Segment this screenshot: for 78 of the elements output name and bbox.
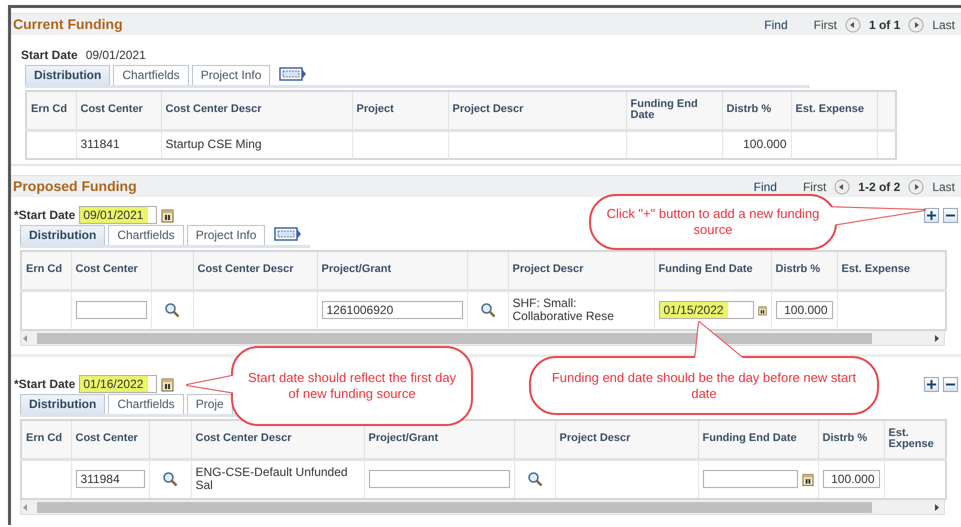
column-header: Project Descr bbox=[508, 251, 654, 290]
add-row-button[interactable] bbox=[924, 208, 939, 222]
lookup-icon[interactable] bbox=[164, 302, 180, 318]
start-date-value: 09/01/2021 bbox=[86, 47, 146, 64]
column-header: Project bbox=[352, 91, 448, 130]
page-range: 1-2 of 2 bbox=[858, 178, 900, 196]
find-link[interactable]: Find bbox=[764, 16, 788, 34]
next-button[interactable] bbox=[908, 178, 924, 194]
percent-field[interactable]: 100.000 bbox=[822, 470, 880, 488]
text-field[interactable] bbox=[368, 470, 510, 488]
tab-menu-icon[interactable] bbox=[274, 227, 302, 241]
tab-menu-icon[interactable] bbox=[279, 67, 308, 81]
delete-row-button[interactable] bbox=[943, 376, 958, 392]
date-field[interactable] bbox=[702, 470, 798, 488]
start-date-label: *Start Date bbox=[14, 376, 76, 393]
column-header: Funding End Date bbox=[698, 420, 818, 459]
text-field[interactable]: 311984 bbox=[76, 470, 144, 488]
column-header: Cost Center bbox=[71, 251, 151, 290]
column-header: Est. Expense bbox=[837, 251, 946, 290]
previous-button[interactable] bbox=[834, 178, 850, 194]
column-header: Distrb % bbox=[722, 91, 791, 130]
column-header: Cost Center bbox=[71, 420, 149, 459]
lookup-icon[interactable] bbox=[526, 471, 542, 488]
last-link[interactable]: Last bbox=[932, 16, 955, 34]
tab[interactable]: Distribution bbox=[20, 225, 106, 245]
horizontal-scrollbar[interactable] bbox=[20, 500, 945, 515]
column-header: Project/Grant bbox=[317, 251, 467, 290]
column-header: Est. Expense bbox=[791, 91, 877, 130]
start-date-label: *Start Date bbox=[14, 207, 76, 224]
tab[interactable]: Chartfields bbox=[108, 225, 184, 245]
column-header: Ern Cd bbox=[21, 420, 71, 459]
column-header: Project Descr bbox=[448, 91, 626, 130]
column-header: Cost Center Descr bbox=[161, 91, 352, 130]
last-link[interactable]: Last bbox=[932, 178, 955, 196]
percent-field[interactable]: 100.000 bbox=[776, 301, 832, 320]
previous-button[interactable] bbox=[844, 16, 861, 32]
start-date-field[interactable]: 01/16/2022 bbox=[79, 375, 158, 393]
callout-tooltip: Funding end date should be the day before new start date bbox=[529, 321, 879, 415]
tab[interactable]: Proje bbox=[186, 394, 233, 414]
column-header: Distrb % bbox=[818, 420, 884, 459]
section-title: Proposed Funding bbox=[13, 177, 137, 196]
column-header: Est. Expense bbox=[884, 420, 946, 459]
date-field[interactable]: 01/15/2022 bbox=[658, 301, 754, 320]
column-header: Distrb % bbox=[771, 251, 837, 290]
page-range: 1 of 1 bbox=[868, 16, 900, 34]
column-header: Funding End Date bbox=[654, 251, 771, 290]
text-field[interactable] bbox=[76, 301, 146, 320]
plus-icon bbox=[925, 208, 938, 222]
tab[interactable]: Distribution bbox=[25, 65, 110, 85]
calendar-icon[interactable] bbox=[802, 472, 814, 487]
column-header: Funding End Date bbox=[626, 91, 722, 130]
plus-icon bbox=[925, 378, 938, 390]
tab[interactable]: Distribution bbox=[20, 394, 106, 414]
text-field[interactable]: 1261006920 bbox=[322, 301, 462, 320]
column-header: Project Descr bbox=[555, 420, 698, 459]
start-date-field[interactable]: 09/01/2021 bbox=[79, 206, 158, 224]
tab[interactable]: Project Info bbox=[186, 225, 266, 245]
calendar-icon[interactable] bbox=[161, 376, 174, 392]
column-header: Ern Cd bbox=[26, 91, 76, 130]
column-header: Ern Cd bbox=[21, 251, 71, 290]
first-link[interactable]: First bbox=[814, 16, 837, 34]
lookup-icon[interactable] bbox=[162, 471, 178, 488]
column-header: Cost Center bbox=[76, 91, 161, 130]
next-button[interactable] bbox=[908, 16, 924, 32]
add-row-button[interactable] bbox=[924, 376, 939, 392]
lookup-icon[interactable] bbox=[480, 302, 496, 318]
callout-tooltip: Click "+" button to add a new funding source bbox=[589, 194, 926, 250]
column-header: Cost Center Descr bbox=[193, 251, 317, 290]
section-title: Current Funding bbox=[13, 15, 123, 34]
tab[interactable]: Project Info bbox=[192, 65, 270, 85]
horizontal-scrollbar[interactable] bbox=[20, 331, 945, 346]
tab[interactable]: Chartfields bbox=[108, 394, 184, 414]
tab[interactable]: Chartfields bbox=[113, 65, 189, 85]
first-link[interactable]: First bbox=[802, 178, 826, 196]
calendar-icon[interactable] bbox=[161, 208, 174, 222]
find-link[interactable]: Find bbox=[754, 178, 777, 196]
delete-row-button[interactable] bbox=[943, 208, 958, 222]
start-date-label: Start Date bbox=[21, 47, 78, 64]
